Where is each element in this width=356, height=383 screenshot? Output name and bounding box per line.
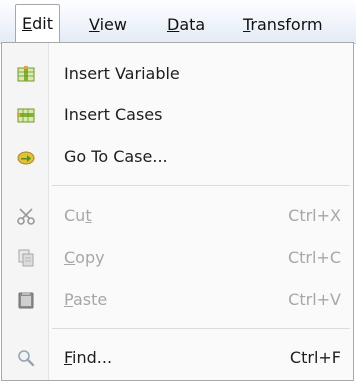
menu-item-copy[interactable]: Copy Ctrl+C	[2, 240, 353, 276]
menu-item-shortcut: Ctrl+F	[289, 348, 341, 367]
menu-item-label: Go To Case...	[64, 147, 168, 166]
menu-item-insert-cases[interactable]: Insert Cases	[2, 97, 353, 133]
menu-item-label: Find...	[64, 348, 113, 367]
clipboard-icon	[17, 291, 35, 309]
menu-view-label: iew	[99, 15, 127, 34]
menu-separator	[52, 328, 350, 329]
menu-data-mnemonic: D	[167, 15, 180, 34]
go-to-case-icon	[17, 148, 35, 166]
menu-edit[interactable]: Edit	[15, 4, 60, 43]
menu-item-cut[interactable]: Cut Ctrl+X	[2, 198, 353, 234]
menu-transform[interactable]: Transform	[243, 14, 323, 36]
menu-item-shortcut: Ctrl+C	[287, 248, 341, 267]
insert-variable-icon	[17, 65, 35, 83]
edit-menu-dropdown: Insert Variable Insert Cases Go To Case.…	[1, 42, 354, 381]
menu-item-label: Insert Cases	[64, 105, 163, 124]
copy-icon	[17, 249, 35, 267]
menu-item-label: Cut	[64, 206, 92, 225]
scissors-icon	[17, 207, 35, 225]
menu-item-insert-variable[interactable]: Insert Variable	[2, 56, 353, 92]
menu-view[interactable]: View	[89, 14, 127, 36]
menu-item-go-to-case[interactable]: Go To Case...	[2, 139, 353, 175]
menu-item-label: Paste	[64, 290, 108, 309]
menu-view-mnemonic: V	[89, 15, 100, 34]
menu-data[interactable]: Data	[167, 14, 205, 36]
magnifier-icon	[17, 349, 35, 367]
menu-data-label: ata	[179, 15, 206, 34]
menu-item-shortcut: Ctrl+X	[288, 206, 341, 225]
menu-item-label: Copy	[64, 248, 105, 267]
menu-separator	[52, 185, 350, 186]
menu-item-shortcut: Ctrl+V	[288, 290, 341, 309]
menu-item-label: Insert Variable	[64, 64, 180, 83]
menu-transform-label: ransform	[250, 15, 323, 34]
menu-edit-mnemonic: E	[22, 14, 33, 33]
menu-edit-label: dit	[32, 14, 53, 33]
menu-item-paste[interactable]: Paste Ctrl+V	[2, 282, 353, 318]
insert-cases-icon	[17, 106, 35, 124]
menu-bar: Edit View Data Transform	[0, 0, 356, 44]
menu-item-find[interactable]: Find... Ctrl+F	[2, 340, 353, 376]
